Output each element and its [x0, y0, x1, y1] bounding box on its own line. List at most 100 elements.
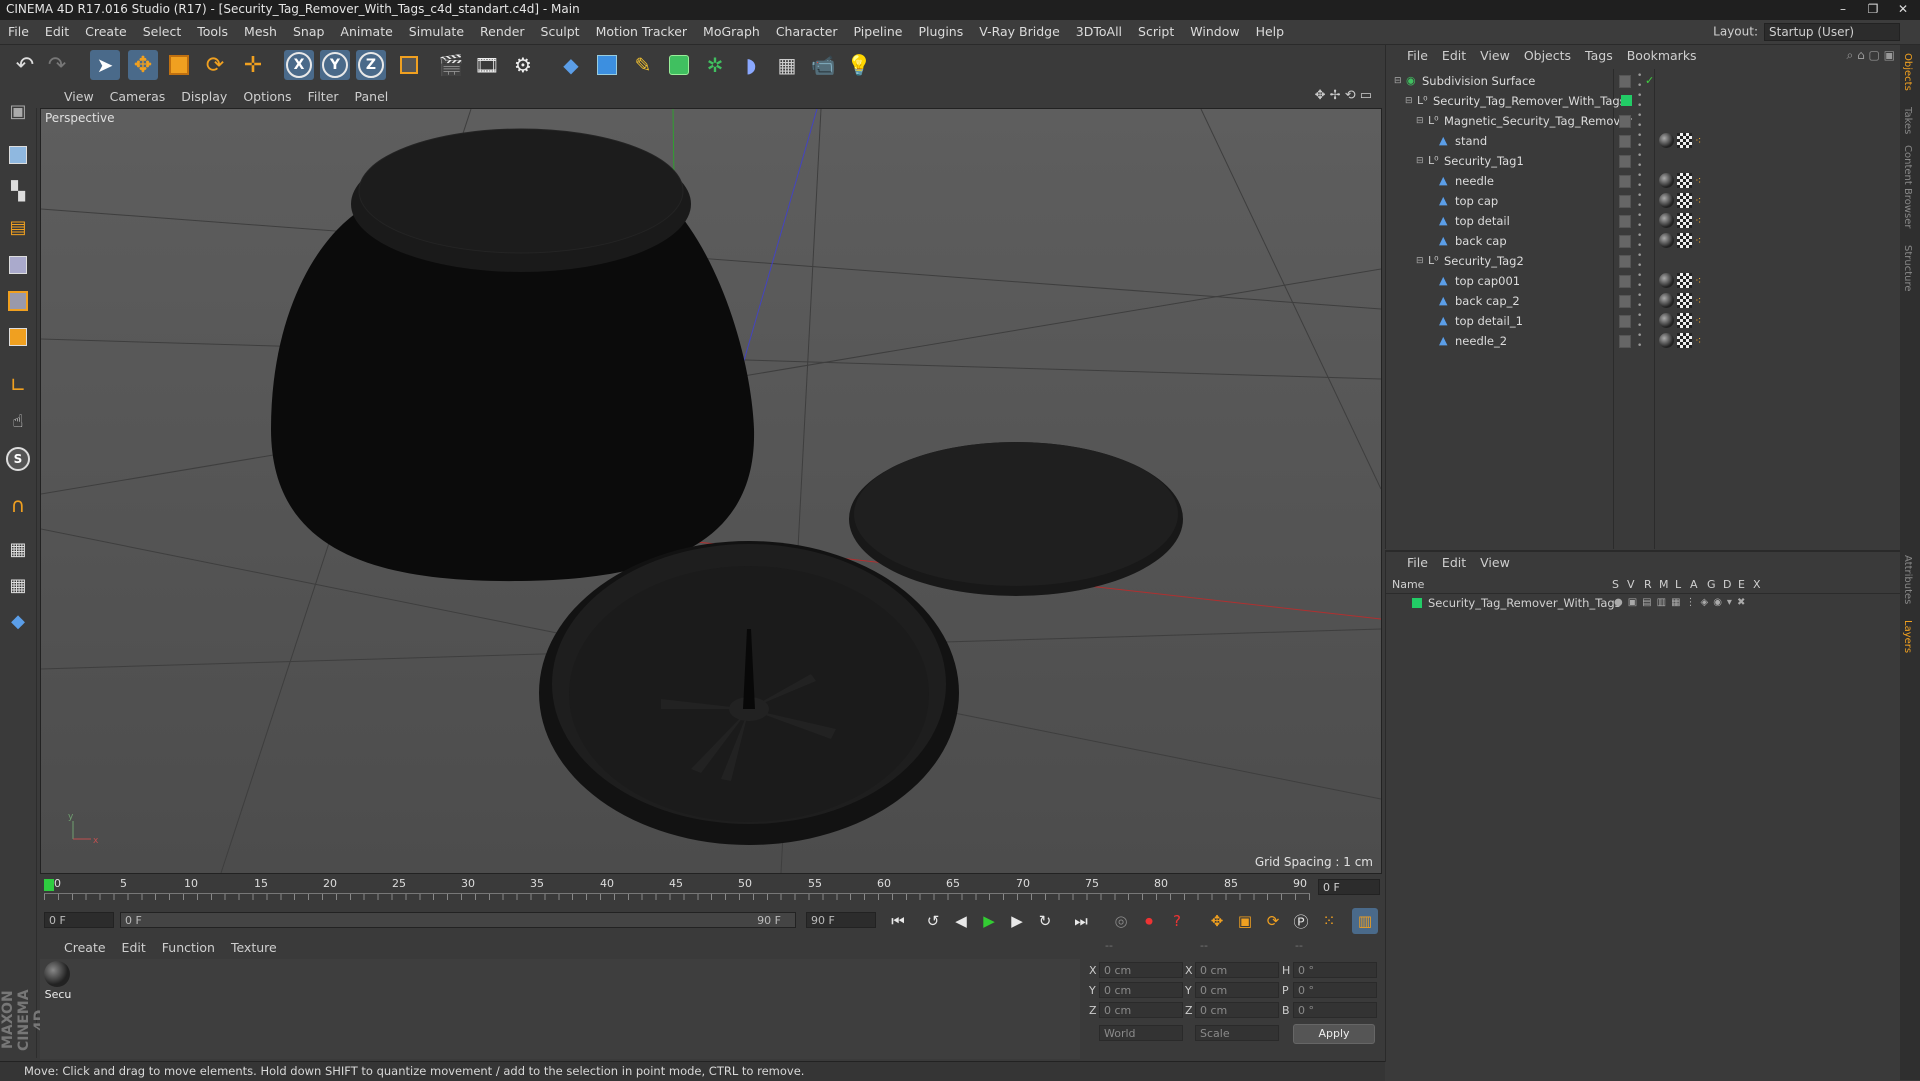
key-position-button[interactable]: ✥	[1204, 908, 1230, 934]
uvw-tag-icon[interactable]	[1677, 293, 1692, 308]
menu-script[interactable]: Script	[1130, 20, 1182, 44]
edit-flag-icon[interactable]	[1619, 315, 1631, 328]
visibility-dots-icon[interactable]: • •	[1637, 191, 1642, 211]
material-menu-create[interactable]: Create	[40, 937, 114, 959]
menu-select[interactable]: Select	[135, 20, 190, 44]
object-name[interactable]: stand	[1455, 131, 1487, 151]
autokey-button[interactable]: ⏺	[1136, 908, 1162, 934]
visibility-dots-icon[interactable]: • •	[1637, 331, 1642, 351]
object-name[interactable]: needle	[1455, 171, 1494, 191]
object-name[interactable]: back cap_2	[1455, 291, 1520, 311]
object-row[interactable]: ▲ top cap001 • • ⁖	[1386, 271, 1901, 291]
object-mode-button[interactable]	[3, 140, 33, 170]
render-picture-viewer-button[interactable]: 🎞	[472, 50, 502, 80]
visibility-dots-icon[interactable]: • •	[1637, 151, 1642, 171]
menu-window[interactable]: Window	[1182, 20, 1247, 44]
viewport-menu-view[interactable]: View	[36, 86, 102, 108]
object-name[interactable]: Magnetic_Security_Tag_Remover	[1444, 111, 1632, 131]
uvw-tag-icon[interactable]	[1677, 333, 1692, 348]
texture-mode-button[interactable]: ▚	[3, 176, 33, 206]
edges-mode-button[interactable]	[3, 286, 33, 316]
size-mode-dropdown[interactable]: Scale	[1195, 1025, 1279, 1041]
coordinate-space-dropdown[interactable]: World	[1099, 1025, 1183, 1041]
object-name[interactable]: top detail_1	[1455, 311, 1523, 331]
edit-flag-icon[interactable]	[1619, 195, 1631, 208]
camera-button[interactable]: 📹	[808, 50, 838, 80]
tweak-mode-button[interactable]: ☝	[3, 406, 33, 436]
viewport-menu-options[interactable]: Options	[235, 86, 299, 108]
viewport-menu-filter[interactable]: Filter	[300, 86, 347, 108]
phong-tag-icon[interactable]: ⁖	[1695, 313, 1710, 328]
floor-button[interactable]: ▦	[772, 50, 802, 80]
object-name[interactable]: top cap	[1455, 191, 1498, 211]
menu-snap[interactable]: Snap	[285, 20, 332, 44]
tab-attributes[interactable]: Attributes	[1902, 555, 1913, 604]
object-row[interactable]: ▲ top cap • • ⁖	[1386, 191, 1901, 211]
axis-mode-button[interactable]: ∟	[3, 370, 33, 400]
layer-name[interactable]: Security_Tag_Remover_With_Tags	[1428, 594, 1621, 612]
phong-tag-icon[interactable]: ⁖	[1695, 293, 1710, 308]
material-tag-icon[interactable]	[1659, 313, 1674, 328]
object-row[interactable]: ▲ back cap_2 • • ⁖	[1386, 291, 1901, 311]
visibility-dots-icon[interactable]: • •	[1637, 91, 1642, 111]
uvw-tag-icon[interactable]	[1677, 133, 1692, 148]
objects-menu-tags[interactable]: Tags	[1578, 45, 1620, 67]
material-swatch[interactable]: Secu	[44, 961, 72, 1001]
cube-button[interactable]	[592, 50, 622, 80]
close-button[interactable]: ✕	[1888, 0, 1918, 20]
edit-flag-icon[interactable]	[1619, 155, 1631, 168]
record-keys-button[interactable]: ◎	[1108, 908, 1134, 934]
visibility-dots-icon[interactable]: • •	[1637, 171, 1642, 191]
material-tag-icon[interactable]	[1659, 333, 1674, 348]
object-name[interactable]: Security_Tag_Remover_With_Tags	[1433, 91, 1626, 111]
object-name[interactable]: top detail	[1455, 211, 1510, 231]
uvw-tag-icon[interactable]	[1677, 313, 1692, 328]
key-rotation-button[interactable]: ⟳	[1260, 908, 1286, 934]
model-mode-button[interactable]: ▣	[3, 96, 33, 126]
menu-create[interactable]: Create	[77, 20, 135, 44]
menu-motion-tracker[interactable]: Motion Tracker	[588, 20, 695, 44]
material-menu-function[interactable]: Function	[154, 937, 223, 959]
objects-menu-edit[interactable]: Edit	[1435, 45, 1473, 67]
position-z-field[interactable]: 0 cm	[1099, 1002, 1183, 1018]
coordinate-system-button[interactable]	[394, 50, 424, 80]
current-frame-field[interactable]: 0 F	[1318, 879, 1380, 895]
light-button[interactable]: 💡	[844, 50, 874, 80]
object-row[interactable]: ▲ top detail • • ⁖	[1386, 211, 1901, 231]
render-settings-button[interactable]: ⚙	[508, 50, 538, 80]
workplane-button[interactable]: ▤	[3, 212, 33, 242]
menu-render[interactable]: Render	[472, 20, 533, 44]
viewport-menu-panel[interactable]: Panel	[347, 86, 397, 108]
visibility-dots-icon[interactable]: • •	[1637, 291, 1642, 311]
edit-flag-icon[interactable]	[1619, 255, 1631, 268]
visibility-dots-icon[interactable]: • •	[1637, 271, 1642, 291]
phong-tag-icon[interactable]: ⁖	[1695, 333, 1710, 348]
cloner-button[interactable]: ✲	[700, 50, 730, 80]
menu-help[interactable]: Help	[1248, 20, 1293, 44]
go-to-start-button[interactable]: ⏮	[885, 908, 911, 934]
end-frame-field[interactable]: 90 F	[806, 912, 876, 928]
visibility-dots-icon[interactable]: • •	[1637, 211, 1642, 231]
edit-flag-icon[interactable]	[1619, 115, 1631, 128]
tab-layers[interactable]: Layers	[1902, 620, 1913, 653]
grid-lock-button[interactable]: ▦	[3, 534, 33, 564]
expand-icon[interactable]: ⊟	[1416, 251, 1424, 271]
edit-flag-icon[interactable]	[1619, 135, 1631, 148]
move-tool-button[interactable]: ✥	[128, 50, 158, 80]
tab-takes[interactable]: Takes	[1902, 107, 1913, 134]
menu-character[interactable]: Character	[768, 20, 846, 44]
subdivision-button[interactable]	[664, 50, 694, 80]
expand-icon[interactable]: ⊟	[1405, 91, 1413, 111]
undo-button[interactable]: ↶	[10, 50, 40, 80]
live-selection-button[interactable]: ✛	[238, 50, 268, 80]
object-name[interactable]: Security_Tag1	[1444, 151, 1524, 171]
layer-row[interactable]: Security_Tag_Remover_With_Tags ●▣▤▥▦⋮◈◉▾…	[1386, 594, 1901, 612]
position-x-field[interactable]: 0 cm	[1099, 962, 1183, 978]
position-y-field[interactable]: 0 cm	[1099, 982, 1183, 998]
edit-flag-icon[interactable]	[1619, 275, 1631, 288]
material-tag-icon[interactable]	[1659, 233, 1674, 248]
viewport-nav-icons[interactable]: ✥ ✢ ⟲ ▭	[1315, 88, 1372, 103]
preview-range-slider[interactable]: 0 F 90 F	[120, 912, 796, 928]
material-tag-icon[interactable]	[1659, 133, 1674, 148]
next-key-button[interactable]: ↻	[1032, 908, 1058, 934]
